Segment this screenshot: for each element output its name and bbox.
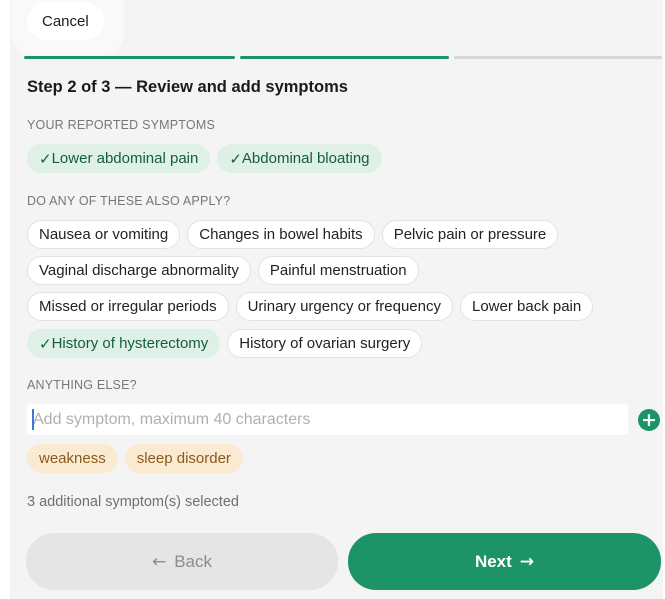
suggested-symptoms-row: Nausea or vomiting Changes in bowel habit… [27, 220, 559, 249]
reported-symptom-chip[interactable]: ✓ Abdominal bloating [217, 144, 382, 173]
chip-label: Nausea or vomiting [39, 226, 169, 243]
chip-label: Painful menstruation [269, 262, 407, 279]
checkmark-icon: ✓ [39, 335, 52, 353]
cancel-area: Cancel [12, 0, 124, 56]
back-button-label: Back [174, 551, 213, 571]
cancel-button[interactable]: Cancel [27, 2, 104, 40]
reported-symptoms-list: ✓ Lower abdominal pain ✓ Abdominal bloati… [27, 144, 382, 173]
anything-else-label: ANYTHING ELSE? [27, 378, 137, 392]
suggested-symptom-chip[interactable]: Urinary urgency or frequency [235, 292, 453, 321]
chip-label: Vaginal discharge abnormality [39, 262, 239, 279]
suggested-symptom-chip[interactable]: Pelvic pain or pressure [381, 220, 559, 249]
custom-symptom-chip[interactable]: weakness [27, 444, 118, 473]
progress-segment-2 [240, 56, 449, 59]
next-button[interactable]: Next → [348, 533, 661, 590]
chip-label: Missed or irregular periods [39, 298, 217, 315]
chip-label: Lower back pain [472, 298, 582, 315]
suggested-symptoms-row: Vaginal discharge abnormality Painful men… [27, 256, 419, 285]
arrow-left-icon: ← [151, 551, 167, 572]
custom-symptom-chip[interactable]: sleep disorder [124, 444, 243, 473]
progress-segment-1 [24, 56, 235, 59]
chip-label: Pelvic pain or pressure [393, 226, 547, 243]
selected-count-text: 3 additional symptom(s) selected [27, 494, 239, 510]
suggested-symptom-chip[interactable]: Painful menstruation [257, 256, 419, 285]
plus-circle-icon[interactable]: + [638, 409, 660, 431]
chip-label: weakness [39, 450, 106, 467]
checkmark-icon: ✓ [39, 150, 52, 168]
progress-segment-3 [454, 56, 662, 59]
chip-label: Urinary urgency or frequency [247, 298, 441, 315]
custom-symptoms-list: weakness sleep disorder [27, 444, 243, 473]
add-symptom-input[interactable] [27, 404, 628, 435]
suggested-symptom-chip[interactable]: Changes in bowel habits [187, 220, 375, 249]
checkmark-icon: ✓ [229, 150, 242, 168]
also-apply-label: DO ANY OF THESE ALSO APPLY? [27, 194, 231, 208]
suggested-symptom-chip[interactable]: Lower back pain [460, 292, 594, 321]
chip-label: History of ovarian surgery [239, 335, 411, 352]
chip-label: sleep disorder [136, 450, 231, 467]
text-cursor [32, 409, 34, 430]
suggested-symptom-chip[interactable]: Vaginal discharge abnormality [27, 256, 251, 285]
suggested-symptom-chip[interactable]: Nausea or vomiting [27, 220, 181, 249]
suggested-symptom-chip[interactable]: Missed or irregular periods [27, 292, 229, 321]
chip-label: Abdominal bloating [241, 150, 370, 167]
suggested-symptoms-row: ✓ History of hysterectomy History of ovar… [27, 329, 423, 358]
step-progress-bar [24, 56, 662, 59]
next-button-label: Next [474, 551, 512, 571]
suggested-symptom-chip[interactable]: History of ovarian surgery [227, 329, 423, 358]
step-title: Step 2 of 3 — Review and add symptoms [27, 78, 348, 96]
reported-symptoms-label: YOUR REPORTED SYMPTOMS [27, 118, 215, 132]
reported-symptom-chip[interactable]: ✓ Lower abdominal pain [27, 144, 211, 173]
arrow-right-icon: → [519, 551, 535, 572]
chip-label: History of hysterectomy [51, 335, 209, 352]
suggested-symptom-chip[interactable]: ✓ History of hysterectomy [27, 329, 221, 358]
suggested-symptoms-row: Missed or irregular periods Urinary urgen… [27, 292, 594, 321]
chip-label: Changes in bowel habits [199, 226, 363, 243]
chip-label: Lower abdominal pain [51, 150, 199, 167]
back-button[interactable]: ← Back [26, 533, 338, 590]
